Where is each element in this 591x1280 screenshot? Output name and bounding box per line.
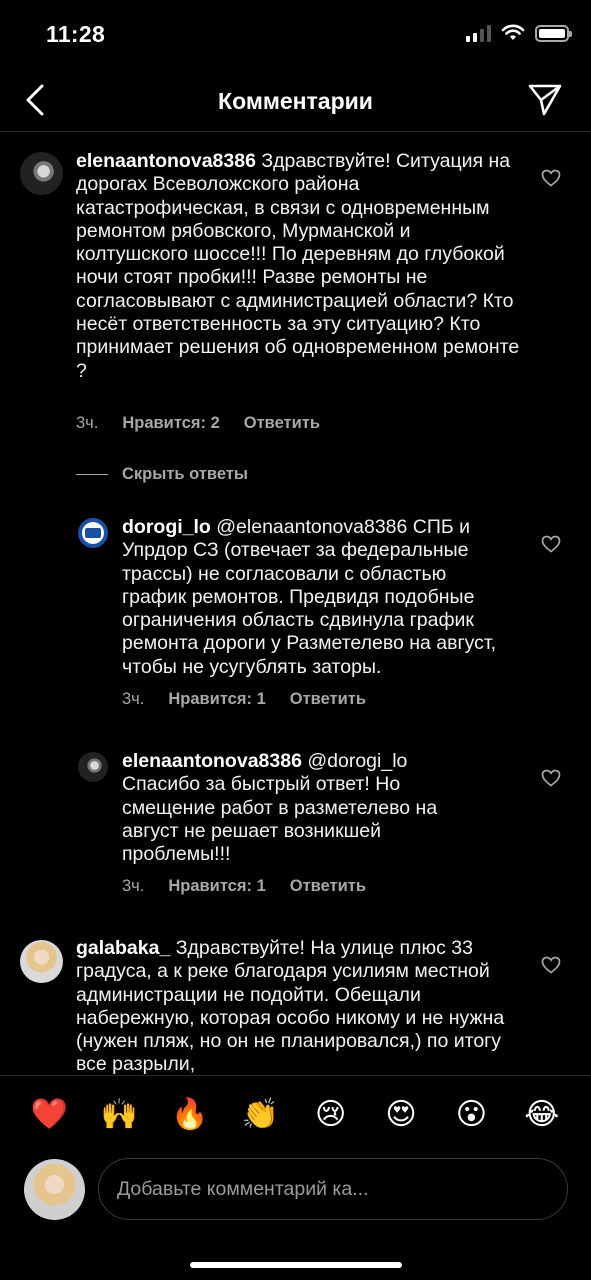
status-icons bbox=[466, 24, 572, 42]
emoji-clapping[interactable]: 👏 bbox=[240, 1097, 280, 1132]
comment-time: 3ч. bbox=[122, 690, 145, 708]
status-bar: 11:28 bbox=[0, 0, 591, 70]
avatar[interactable] bbox=[78, 752, 108, 782]
divider-line bbox=[76, 474, 108, 475]
likes-count[interactable]: Нравится: 2 bbox=[122, 414, 219, 433]
comment-username[interactable]: galabaka_ bbox=[76, 937, 170, 959]
comment-time: 3ч. bbox=[76, 414, 99, 432]
comment-text: elenaantonova8386 @dorogi_lo Спасибо за … bbox=[122, 750, 482, 866]
emoji-raised-hands[interactable]: 🙌 bbox=[100, 1097, 140, 1132]
comment-username[interactable]: elenaantonova8386 bbox=[122, 750, 302, 772]
avatar[interactable] bbox=[78, 518, 108, 548]
reply-button[interactable]: Ответить bbox=[290, 877, 366, 896]
home-indicator bbox=[190, 1262, 402, 1268]
reply-button[interactable]: Ответить bbox=[244, 414, 320, 433]
hide-replies-label: Скрыть ответы bbox=[122, 465, 248, 483]
emoji-crying[interactable]: 😢 bbox=[311, 1097, 351, 1132]
reply-button[interactable]: Ответить bbox=[290, 690, 366, 709]
comment-input-row: Добавьте комментарий ка... bbox=[0, 1153, 591, 1280]
cellular-signal-icon bbox=[466, 24, 491, 42]
like-heart-icon[interactable] bbox=[541, 535, 561, 553]
wifi-icon bbox=[501, 24, 525, 40]
battery-icon bbox=[535, 24, 572, 42]
emoji-heart-eyes[interactable]: 😍 bbox=[381, 1097, 421, 1132]
emoji-heart[interactable]: ❤️ bbox=[29, 1097, 69, 1132]
hide-replies-toggle[interactable]: Скрыть ответы bbox=[76, 465, 248, 484]
comment-username[interactable]: elenaantonova8386 bbox=[76, 150, 256, 172]
comment: galabaka_ Здравствуйте! На улице плюс 33… bbox=[0, 937, 591, 1075]
page-title: Комментарии bbox=[218, 88, 373, 114]
comment-meta: 3ч. Нравится: 1 Ответить bbox=[122, 877, 366, 896]
comment-meta: 3ч. Нравится: 2 Ответить bbox=[76, 414, 320, 433]
comment-body: Здравствуйте! Ситуация на дорогах Всевол… bbox=[76, 150, 520, 382]
comment-time: 3ч. bbox=[122, 877, 145, 895]
likes-count[interactable]: Нравится: 1 bbox=[168, 690, 265, 709]
avatar[interactable] bbox=[20, 152, 63, 195]
emoji-quick-reactions: ❤️ 🙌 🔥 👏 😢 😍 😮 😂 bbox=[0, 1075, 591, 1153]
comment-text: elenaantonova8386 Здравствуйте! Ситуация… bbox=[76, 150, 526, 383]
emoji-fire[interactable]: 🔥 bbox=[170, 1097, 210, 1132]
comment-meta: 3ч. Нравится: 1 Ответить bbox=[122, 690, 366, 709]
status-time: 11:28 bbox=[46, 21, 106, 47]
like-heart-icon[interactable] bbox=[541, 769, 561, 787]
like-heart-icon[interactable] bbox=[541, 956, 561, 974]
like-heart-icon[interactable] bbox=[541, 169, 561, 187]
emoji-laughing[interactable]: 😂 bbox=[522, 1097, 562, 1132]
comment-text: galabaka_ Здравствуйте! На улице плюс 33… bbox=[76, 937, 516, 1075]
comment-input[interactable]: Добавьте комментарий ка... bbox=[98, 1158, 568, 1220]
current-user-avatar bbox=[24, 1159, 85, 1220]
share-send-icon[interactable] bbox=[527, 82, 563, 118]
avatar[interactable] bbox=[20, 940, 63, 983]
emoji-surprised[interactable]: 😮 bbox=[451, 1097, 491, 1132]
header: Комментарии bbox=[0, 70, 591, 132]
likes-count[interactable]: Нравится: 1 bbox=[168, 877, 265, 896]
comment-body: @elenaantonova8386 СПБ и Упрдор СЗ (отве… bbox=[122, 516, 497, 678]
comment-username[interactable]: dorogi_lo bbox=[122, 516, 211, 538]
comment-text: dorogi_lo @elenaantonova8386 СПБ и Упрдо… bbox=[122, 516, 512, 679]
